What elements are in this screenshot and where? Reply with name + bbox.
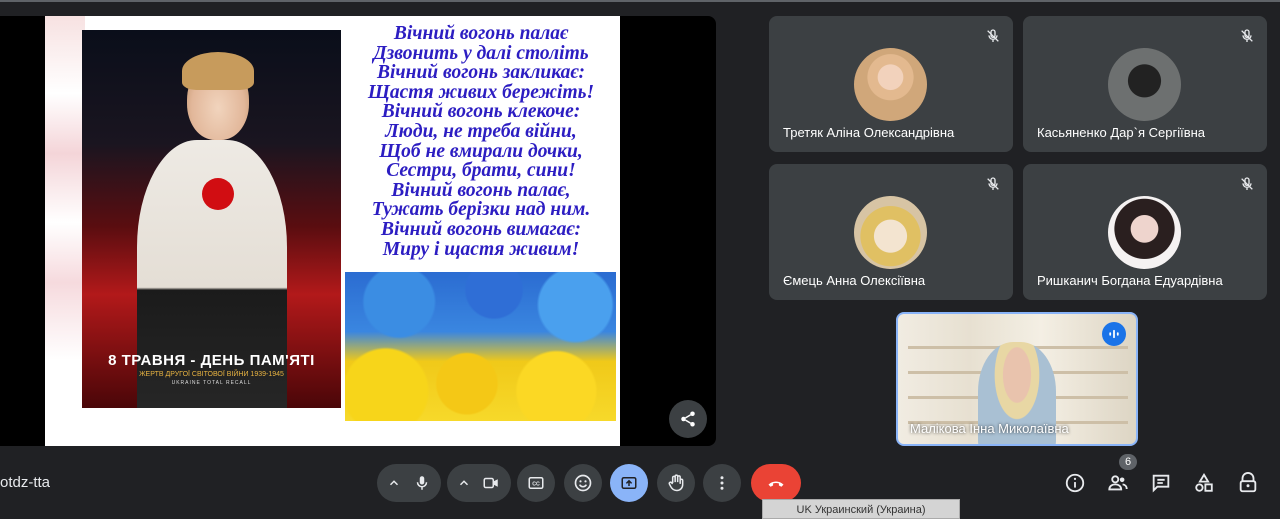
avatar bbox=[1108, 48, 1181, 121]
language-indicator[interactable]: UK Украинский (Украина) bbox=[762, 499, 960, 519]
participant-name: Ришканич Богдана Едуардівна bbox=[1037, 273, 1223, 288]
chevron-up-icon[interactable] bbox=[387, 476, 401, 490]
reactions-button[interactable] bbox=[564, 464, 602, 502]
avatar bbox=[854, 196, 927, 269]
speaker-name: Малікова Інна Миколаївна bbox=[910, 421, 1069, 436]
photo-hair bbox=[182, 52, 254, 90]
present-screen-button[interactable] bbox=[610, 464, 648, 502]
photo-title: 8 ТРАВНЯ - ДЕНЬ ПАМ'ЯТІ bbox=[108, 352, 315, 369]
slide-poem: Вічний вогонь палає Дзвонить у далі стол… bbox=[345, 24, 617, 259]
hand-icon bbox=[668, 474, 684, 492]
poem-line: Вічний вогонь закликає: bbox=[376, 62, 586, 84]
slide-flowers-image bbox=[345, 272, 616, 421]
emoji-icon bbox=[574, 474, 592, 492]
people-button[interactable] bbox=[1105, 470, 1131, 496]
mic-off-icon bbox=[1241, 29, 1253, 42]
host-controls-button[interactable] bbox=[1235, 470, 1261, 496]
shapes-icon bbox=[1195, 472, 1213, 492]
poem-line: Сестри, брати, сини! bbox=[386, 160, 576, 182]
captions-button[interactable]: CC bbox=[517, 464, 555, 502]
poem-line: Щоб не вмирали дочки, bbox=[379, 140, 583, 162]
slide-photo: 8 ТРАВНЯ - ДЕНЬ ПАМ'ЯТІ ЖЕРТВ ДРУГОЇ СВІ… bbox=[82, 30, 341, 408]
share-icon bbox=[681, 411, 695, 427]
avatar bbox=[1108, 196, 1181, 269]
people-count-badge: 6 bbox=[1119, 454, 1137, 470]
present-icon bbox=[621, 477, 637, 489]
camera-icon[interactable] bbox=[481, 474, 501, 492]
microphone-icon[interactable] bbox=[413, 474, 431, 492]
mic-off-icon bbox=[1241, 177, 1253, 190]
photo-poppy bbox=[202, 178, 234, 210]
poem-line: Люди, не треба війни, bbox=[385, 120, 577, 142]
participant-tile[interactable]: Касьяненко Дар`я Сергіївна bbox=[1023, 16, 1267, 152]
participant-name: Касьяненко Дар`я Сергіївна bbox=[1037, 125, 1206, 140]
share-button[interactable] bbox=[669, 400, 707, 438]
captions-icon: CC bbox=[528, 477, 544, 489]
lock-person-icon bbox=[1239, 472, 1257, 493]
people-icon bbox=[1108, 475, 1128, 491]
poem-line: Дзвонить у далі століть bbox=[373, 42, 589, 64]
poem-line: Вічний вогонь палає, bbox=[391, 179, 571, 201]
camera-control[interactable] bbox=[447, 464, 511, 502]
chevron-up-icon[interactable] bbox=[457, 476, 471, 490]
mic-off-icon bbox=[987, 177, 999, 190]
meeting-details-button[interactable] bbox=[1062, 470, 1088, 496]
top-divider bbox=[0, 0, 1280, 2]
poem-line: Вічний вогонь клекоче: bbox=[381, 101, 581, 123]
slide-decoration bbox=[45, 16, 85, 446]
svg-text:CC: CC bbox=[532, 482, 540, 488]
leave-call-button[interactable] bbox=[751, 464, 801, 502]
participant-tile[interactable]: Ємець Анна Олексіївна bbox=[769, 164, 1013, 300]
poem-line: Тужать берізки над ним. bbox=[371, 199, 591, 221]
activities-button[interactable] bbox=[1191, 470, 1217, 496]
participant-name: Третяк Аліна Олександрівна bbox=[783, 125, 955, 140]
participant-name: Ємець Анна Олексіївна bbox=[783, 273, 926, 288]
presentation-view: 8 ТРАВНЯ - ДЕНЬ ПАМ'ЯТІ ЖЕРТВ ДРУГОЇ СВІ… bbox=[0, 16, 716, 446]
info-icon bbox=[1065, 473, 1085, 493]
active-speaker-tile[interactable]: Малікова Інна Миколаївна bbox=[896, 312, 1138, 446]
avatar bbox=[854, 48, 927, 121]
microphone-control[interactable] bbox=[377, 464, 441, 502]
more-vert-icon bbox=[720, 476, 724, 490]
poem-line: Вічний вогонь вимагає: bbox=[380, 218, 582, 240]
participant-tile[interactable]: Ришканич Богдана Едуардівна bbox=[1023, 164, 1267, 300]
mic-off-icon bbox=[987, 29, 999, 42]
slide: 8 ТРАВНЯ - ДЕНЬ ПАМ'ЯТІ ЖЕРТВ ДРУГОЇ СВІ… bbox=[45, 16, 620, 446]
speaking-indicator-icon bbox=[1102, 322, 1126, 346]
photo-brand: UKRAINE TOTAL RECALL bbox=[171, 380, 252, 386]
poem-line: Миру і щастя живим! bbox=[382, 238, 580, 260]
meet-window: 8 ТРАВНЯ - ДЕНЬ ПАМ'ЯТІ ЖЕРТВ ДРУГОЇ СВІ… bbox=[0, 0, 1280, 519]
photo-caption: 8 ТРАВНЯ - ДЕНЬ ПАМ'ЯТІ ЖЕРТВ ДРУГОЇ СВІ… bbox=[82, 352, 341, 386]
poem-line: Щастя живих бережіть! bbox=[367, 81, 595, 103]
raise-hand-button[interactable] bbox=[657, 464, 695, 502]
chat-button[interactable] bbox=[1148, 470, 1174, 496]
more-options-button[interactable] bbox=[703, 464, 741, 502]
poem-line: Вічний вогонь палає bbox=[393, 23, 569, 44]
chat-icon bbox=[1152, 474, 1170, 493]
meeting-code: otdz-tta bbox=[0, 474, 51, 491]
participant-tile[interactable]: Третяк Аліна Олександрівна bbox=[769, 16, 1013, 152]
photo-subtitle: ЖЕРТВ ДРУГОЇ СВІТОВОЇ ВІЙНИ 1939-1945 bbox=[139, 371, 284, 378]
hangup-icon bbox=[768, 481, 784, 487]
